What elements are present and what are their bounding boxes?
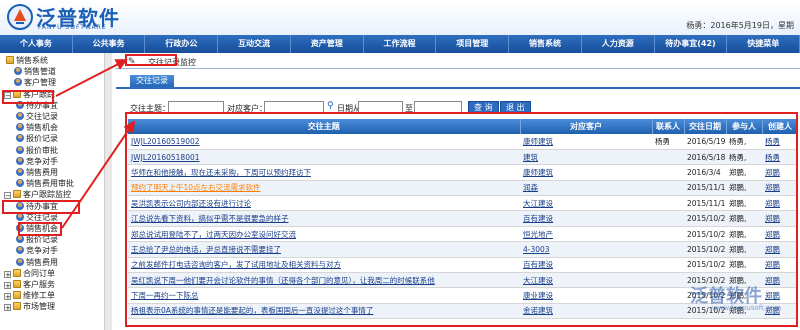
sidebar-item-label: 客户管理 bbox=[24, 78, 56, 88]
sidebar-item-label: 竞争对手 bbox=[26, 246, 58, 256]
folder-icon bbox=[13, 280, 21, 288]
sidebar-item-label: 合同订单 bbox=[23, 268, 55, 278]
user-icon bbox=[16, 179, 24, 188]
app-header: 泛普软件 FANPU SOFTWARE 杨勇：2016年5月19日，星期 bbox=[0, 0, 800, 35]
user-icon bbox=[14, 78, 22, 87]
sidebar-item-label: 报价记录 bbox=[26, 235, 58, 245]
sidebar-item[interactable]: 销售费用审批 bbox=[16, 178, 74, 189]
sidebar-item[interactable]: + 维修工单 bbox=[4, 290, 55, 301]
sidebar-item[interactable]: − 客户跟踪监控 bbox=[4, 189, 71, 200]
sidebar-item[interactable]: 销售机会 bbox=[16, 122, 58, 133]
expand-toggle-icon[interactable]: + bbox=[4, 304, 11, 312]
sidebar-item-label: 销售管道 bbox=[24, 67, 56, 77]
user-icon bbox=[16, 168, 24, 176]
page-title-bar: ✎ 交往记录监控 bbox=[116, 55, 800, 69]
sidebar-item-label: 报价审批 bbox=[26, 145, 58, 155]
nav-projects[interactable]: 项目管理 bbox=[436, 35, 510, 53]
customer-picker-icon[interactable]: ⚲ bbox=[327, 101, 334, 111]
folder-icon bbox=[13, 291, 21, 300]
nav-personal[interactable]: 个人事务 bbox=[0, 35, 73, 53]
highlight-tracking-monitor bbox=[2, 200, 80, 214]
folder-icon bbox=[13, 190, 21, 199]
sidebar-item-label: 销售费用 bbox=[26, 168, 58, 177]
sidebar-item[interactable]: 交往记录 bbox=[16, 111, 58, 122]
nav-hr[interactable]: 人力资源 bbox=[582, 35, 655, 53]
sidebar-item-label: 客户跟踪监控 bbox=[23, 190, 71, 200]
user-icon bbox=[16, 123, 24, 132]
user-icon bbox=[16, 156, 24, 165]
nav-todo[interactable]: 待办事宜(42) bbox=[655, 35, 728, 53]
expand-toggle-icon[interactable]: + bbox=[4, 293, 11, 301]
user-icon bbox=[16, 235, 24, 244]
user-icon bbox=[16, 112, 24, 120]
highlight-customer-tracking bbox=[2, 90, 54, 104]
user-icon bbox=[16, 257, 24, 266]
fanpu-logo-icon bbox=[7, 4, 33, 30]
sidebar-item[interactable]: 报价记录 bbox=[16, 133, 58, 144]
sidebar-item[interactable]: + 客户服务 bbox=[4, 279, 55, 290]
user-icon bbox=[14, 67, 22, 76]
user-icon bbox=[16, 246, 24, 255]
expand-toggle-icon[interactable]: + bbox=[4, 282, 11, 290]
nav-assets[interactable]: 资产管理 bbox=[291, 35, 364, 53]
highlight-pencil bbox=[125, 54, 177, 66]
sidebar-item-label: 客户服务 bbox=[23, 280, 55, 289]
nav-public[interactable]: 公共事务 bbox=[73, 35, 146, 53]
folder-icon bbox=[6, 56, 14, 64]
sidebar-item[interactable]: 销售系统 bbox=[6, 55, 48, 66]
user-date-info: 杨勇：2016年5月19日，星期 bbox=[686, 21, 794, 30]
sidebar-item-label: 维修工单 bbox=[23, 291, 55, 301]
nav-admin-office[interactable]: 行政办公 bbox=[145, 35, 219, 53]
sidebar-item[interactable]: 竞争对手 bbox=[16, 156, 58, 167]
main-nav: 个人事务 公共事务 行政办公 互动交流 资产管理 工作流程 项目管理 销售系统 … bbox=[0, 35, 800, 53]
logo-subtitle: FANPU SOFTWARE bbox=[38, 24, 107, 31]
watermark-url: www.fanpusoft.com bbox=[712, 304, 782, 312]
user-icon bbox=[16, 145, 24, 154]
sidebar-item[interactable]: + 市场管理 bbox=[4, 301, 55, 312]
nav-shortcuts[interactable]: 快捷菜单 bbox=[727, 35, 800, 53]
nav-sales[interactable]: 销售系统 bbox=[509, 35, 582, 53]
sidebar-item-label: 销售费用 bbox=[26, 257, 58, 267]
user-icon bbox=[16, 134, 24, 143]
sidebar-item[interactable]: 销售费用 bbox=[16, 167, 58, 178]
sidebar-item-label: 竞争对手 bbox=[26, 156, 58, 166]
sidebar-item[interactable]: 报价审批 bbox=[16, 145, 58, 156]
sidebar-item-label: 销售系统 bbox=[16, 56, 48, 65]
sidebar-item-label: 交往记录 bbox=[26, 212, 58, 222]
sidebar-item-label: 报价记录 bbox=[26, 134, 58, 144]
tab-underline bbox=[116, 87, 800, 89]
expand-toggle-icon[interactable]: + bbox=[4, 270, 11, 278]
sidebar-item-label: 市场管理 bbox=[23, 302, 55, 312]
sidebar-item[interactable]: + 合同订单 bbox=[4, 268, 55, 279]
folder-icon bbox=[13, 268, 21, 277]
sidebar-item[interactable]: 客户管理 bbox=[14, 77, 56, 88]
highlight-record-item bbox=[18, 222, 62, 236]
sidebar-item-label: 交往记录 bbox=[26, 112, 58, 121]
sidebar-item[interactable]: 销售管道 bbox=[14, 66, 56, 77]
folder-icon bbox=[13, 302, 21, 311]
nav-interaction[interactable]: 互动交流 bbox=[218, 35, 291, 53]
sidebar-item[interactable]: 销售费用 bbox=[16, 257, 58, 268]
tab-interaction-record[interactable]: 交往记录 bbox=[130, 75, 174, 87]
expand-toggle-icon[interactable]: − bbox=[4, 192, 11, 200]
sidebar-item-label: 销售机会 bbox=[26, 123, 58, 133]
sidebar-scrollbar[interactable] bbox=[104, 53, 112, 330]
sidebar-item[interactable]: 竞争对手 bbox=[16, 245, 58, 256]
sidebar-item-label: 销售费用审批 bbox=[26, 179, 74, 189]
nav-workflow[interactable]: 工作流程 bbox=[364, 35, 437, 53]
